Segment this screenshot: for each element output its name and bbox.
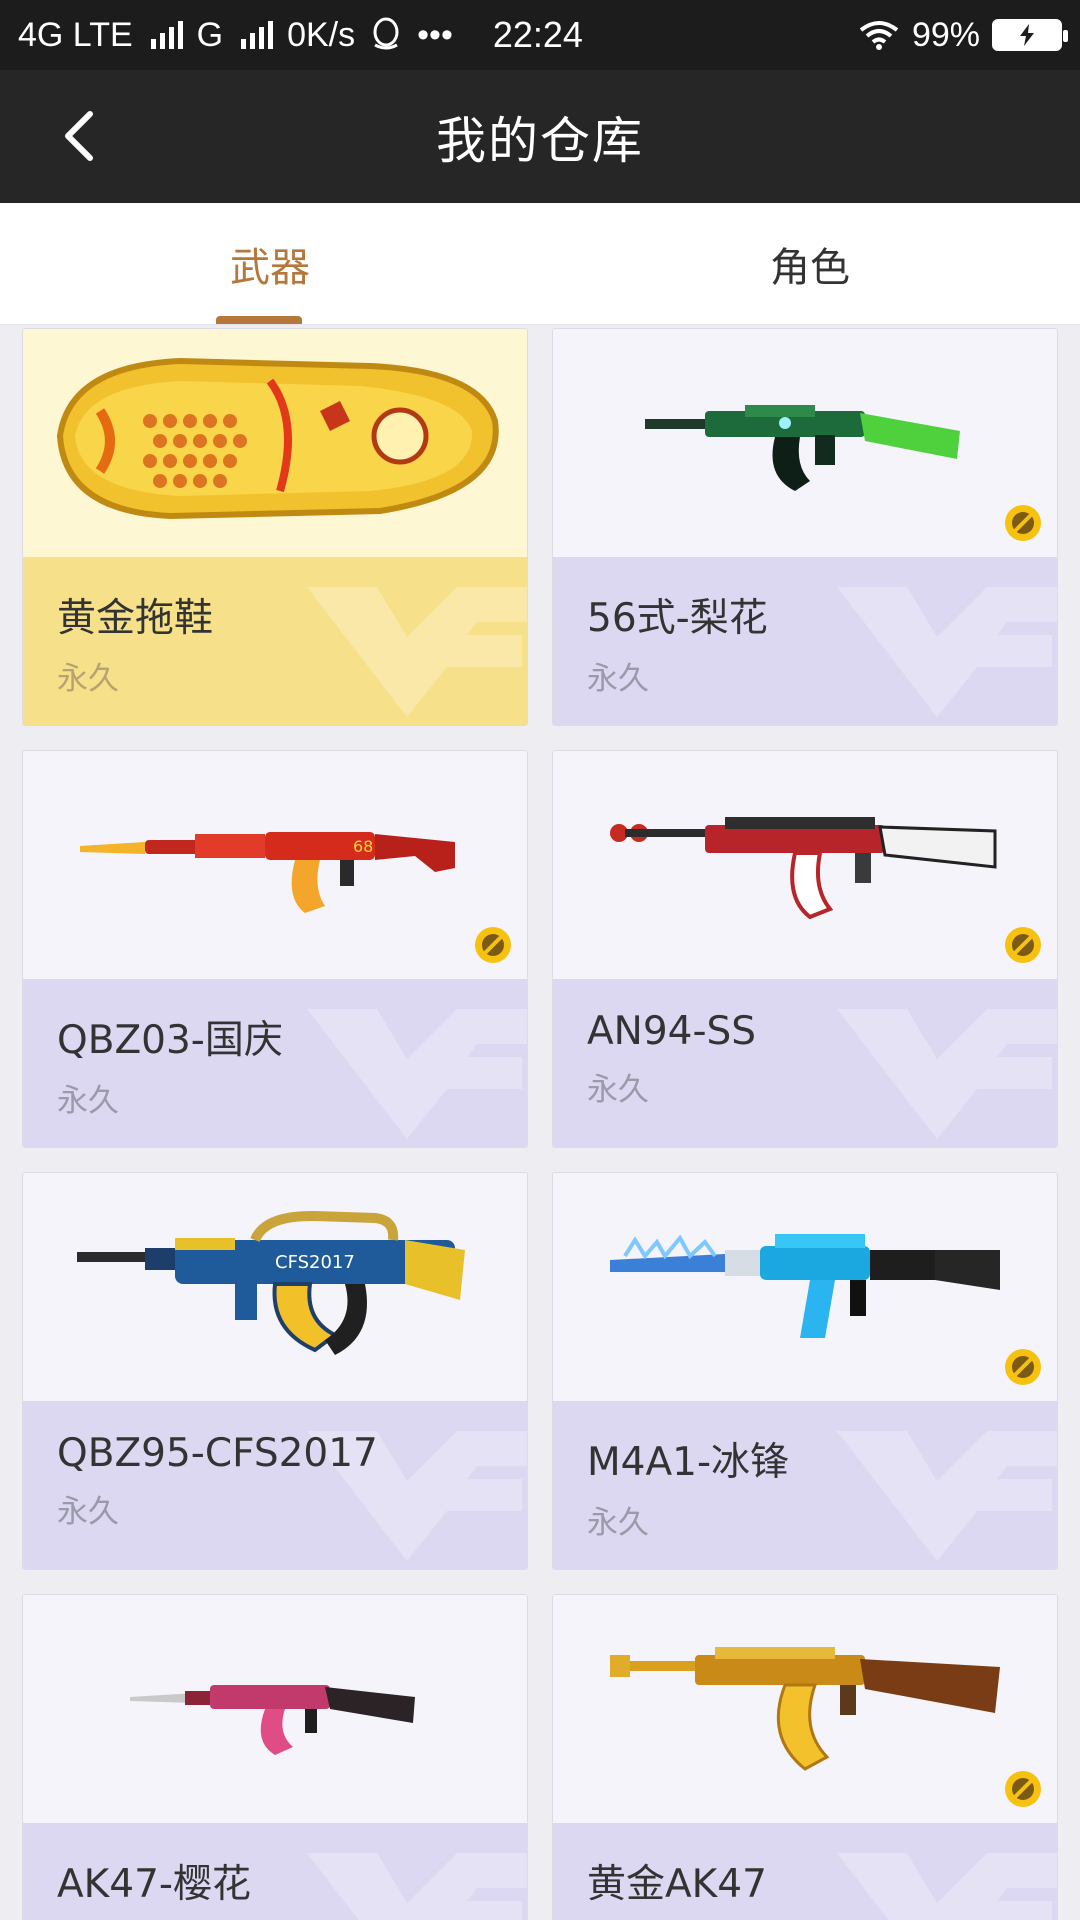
back-button[interactable] — [40, 98, 116, 174]
item-name: AK47-樱花 — [57, 1862, 251, 1907]
item-info: 56式-梨花 永久 — [553, 557, 1057, 725]
rifle-gold-icon — [605, 1637, 1005, 1781]
tab-characters[interactable]: 角色 — [540, 203, 1080, 324]
clock: 22:24 — [492, 14, 583, 55]
medal-icon — [475, 927, 511, 963]
chevron-left-icon — [65, 111, 93, 161]
qq-icon — [373, 17, 399, 50]
rifle-pink-icon — [125, 1657, 425, 1761]
wifi-icon — [859, 21, 899, 50]
battery-percent: 99% — [911, 15, 980, 54]
svg-text:CFS2017: CFS2017 — [275, 1252, 355, 1273]
tab-label: 武器 — [230, 244, 310, 291]
item-name: QBZ95-CFS2017 — [57, 1431, 378, 1476]
medal-icon — [1005, 1349, 1041, 1385]
item-card[interactable]: 黄金AK47 — [552, 1594, 1058, 1920]
item-info: AK47-樱花 — [23, 1823, 527, 1920]
item-info: 黄金AK47 — [553, 1823, 1057, 1920]
item-image-area — [553, 1595, 1057, 1823]
item-duration: 永久 — [57, 1494, 119, 1530]
rifle-red-white-icon — [605, 803, 1005, 927]
item-duration: 永久 — [57, 1083, 119, 1119]
signal-icon — [150, 21, 183, 49]
status-bar: 4G LTE G 0K/s ••• 22:24 99% — [0, 0, 1080, 70]
item-name: QBZ03-国庆 — [57, 1018, 283, 1063]
network-label-2: G — [196, 15, 224, 54]
item-card[interactable]: AK47-樱花 — [22, 1594, 528, 1920]
item-image-area — [23, 1595, 527, 1823]
item-image-area — [553, 1173, 1057, 1401]
item-image-area — [23, 329, 527, 557]
item-info: AN94-SS 永久 — [553, 979, 1057, 1147]
golden-slipper-icon — [40, 341, 510, 545]
item-name: AN94-SS — [587, 1009, 757, 1054]
battery-icon — [992, 19, 1068, 51]
medal-icon — [1005, 927, 1041, 963]
signal-icon-2 — [241, 21, 274, 49]
rifle-green-icon — [635, 381, 975, 505]
item-card[interactable]: M4A1-冰锋 永久 — [552, 1172, 1058, 1570]
tab-bar: 武器 角色 — [0, 203, 1080, 325]
item-name: 黄金拖鞋 — [57, 596, 214, 641]
item-card[interactable]: AN94-SS 永久 — [552, 750, 1058, 1148]
more-dots: ••• — [417, 15, 453, 54]
network-label: 4G LTE — [18, 15, 133, 54]
item-card[interactable]: 黄金拖鞋 永久 — [22, 328, 528, 726]
speed-label: 0K/s — [287, 15, 356, 54]
item-grid: 黄金拖鞋 永久 56式-梨花 永久 68 QBZ03-国庆 永久 AN94-SS… — [22, 328, 1058, 1920]
tab-indicator — [216, 316, 302, 324]
item-card[interactable]: 56式-梨花 永久 — [552, 328, 1058, 726]
item-info: QBZ03-国庆 永久 — [23, 979, 527, 1147]
title-bar: 我的仓库 — [0, 70, 1080, 203]
rifle-ice-icon — [605, 1220, 1005, 1354]
item-duration: 永久 — [587, 1505, 649, 1541]
item-duration: 永久 — [587, 1072, 649, 1108]
rifle-red-bayonet-icon: 68 — [75, 808, 475, 922]
tab-weapons[interactable]: 武器 — [0, 203, 540, 324]
item-card[interactable]: CFS2017 QBZ95-CFS2017 永久 — [22, 1172, 528, 1570]
page-title: 我的仓库 — [436, 111, 644, 170]
item-image-area — [553, 329, 1057, 557]
item-image-area: 68 — [23, 751, 527, 979]
svg-text:68: 68 — [353, 837, 373, 856]
item-info: QBZ95-CFS2017 永久 — [23, 1401, 527, 1569]
item-duration: 永久 — [57, 661, 119, 697]
item-info: 黄金拖鞋 永久 — [23, 557, 527, 725]
item-name: 56式-梨花 — [587, 596, 768, 641]
medal-icon — [1005, 505, 1041, 541]
item-name: 黄金AK47 — [587, 1862, 767, 1907]
item-image-area — [553, 751, 1057, 979]
item-info: M4A1-冰锋 永久 — [553, 1401, 1057, 1569]
item-name: M4A1-冰锋 — [587, 1440, 790, 1485]
rifle-blue-yellow-icon: CFS2017 — [75, 1210, 475, 1364]
tab-label: 角色 — [770, 244, 850, 291]
medal-icon — [1005, 1771, 1041, 1807]
item-image-area: CFS2017 — [23, 1173, 527, 1401]
item-card[interactable]: 68 QBZ03-国庆 永久 — [22, 750, 528, 1148]
item-duration: 永久 — [587, 661, 649, 697]
